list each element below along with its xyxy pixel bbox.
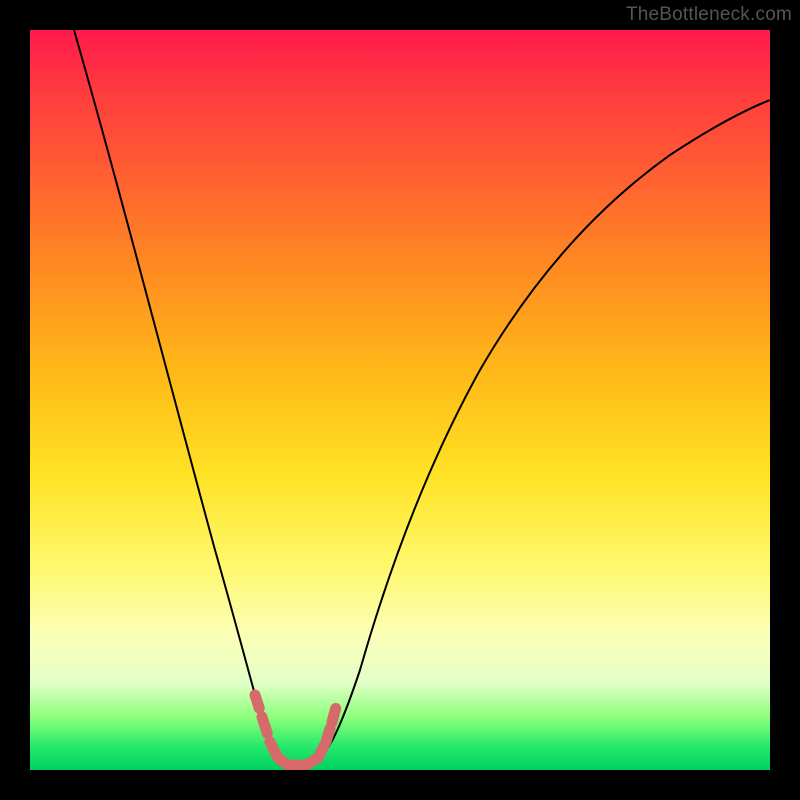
bottleneck-curve [30, 30, 770, 770]
curve-path [74, 30, 770, 765]
highlight-band-path [255, 695, 338, 765]
plot-area [30, 30, 770, 770]
watermark-text: TheBottleneck.com [626, 4, 792, 26]
chart-frame: TheBottleneck.com [0, 0, 800, 800]
